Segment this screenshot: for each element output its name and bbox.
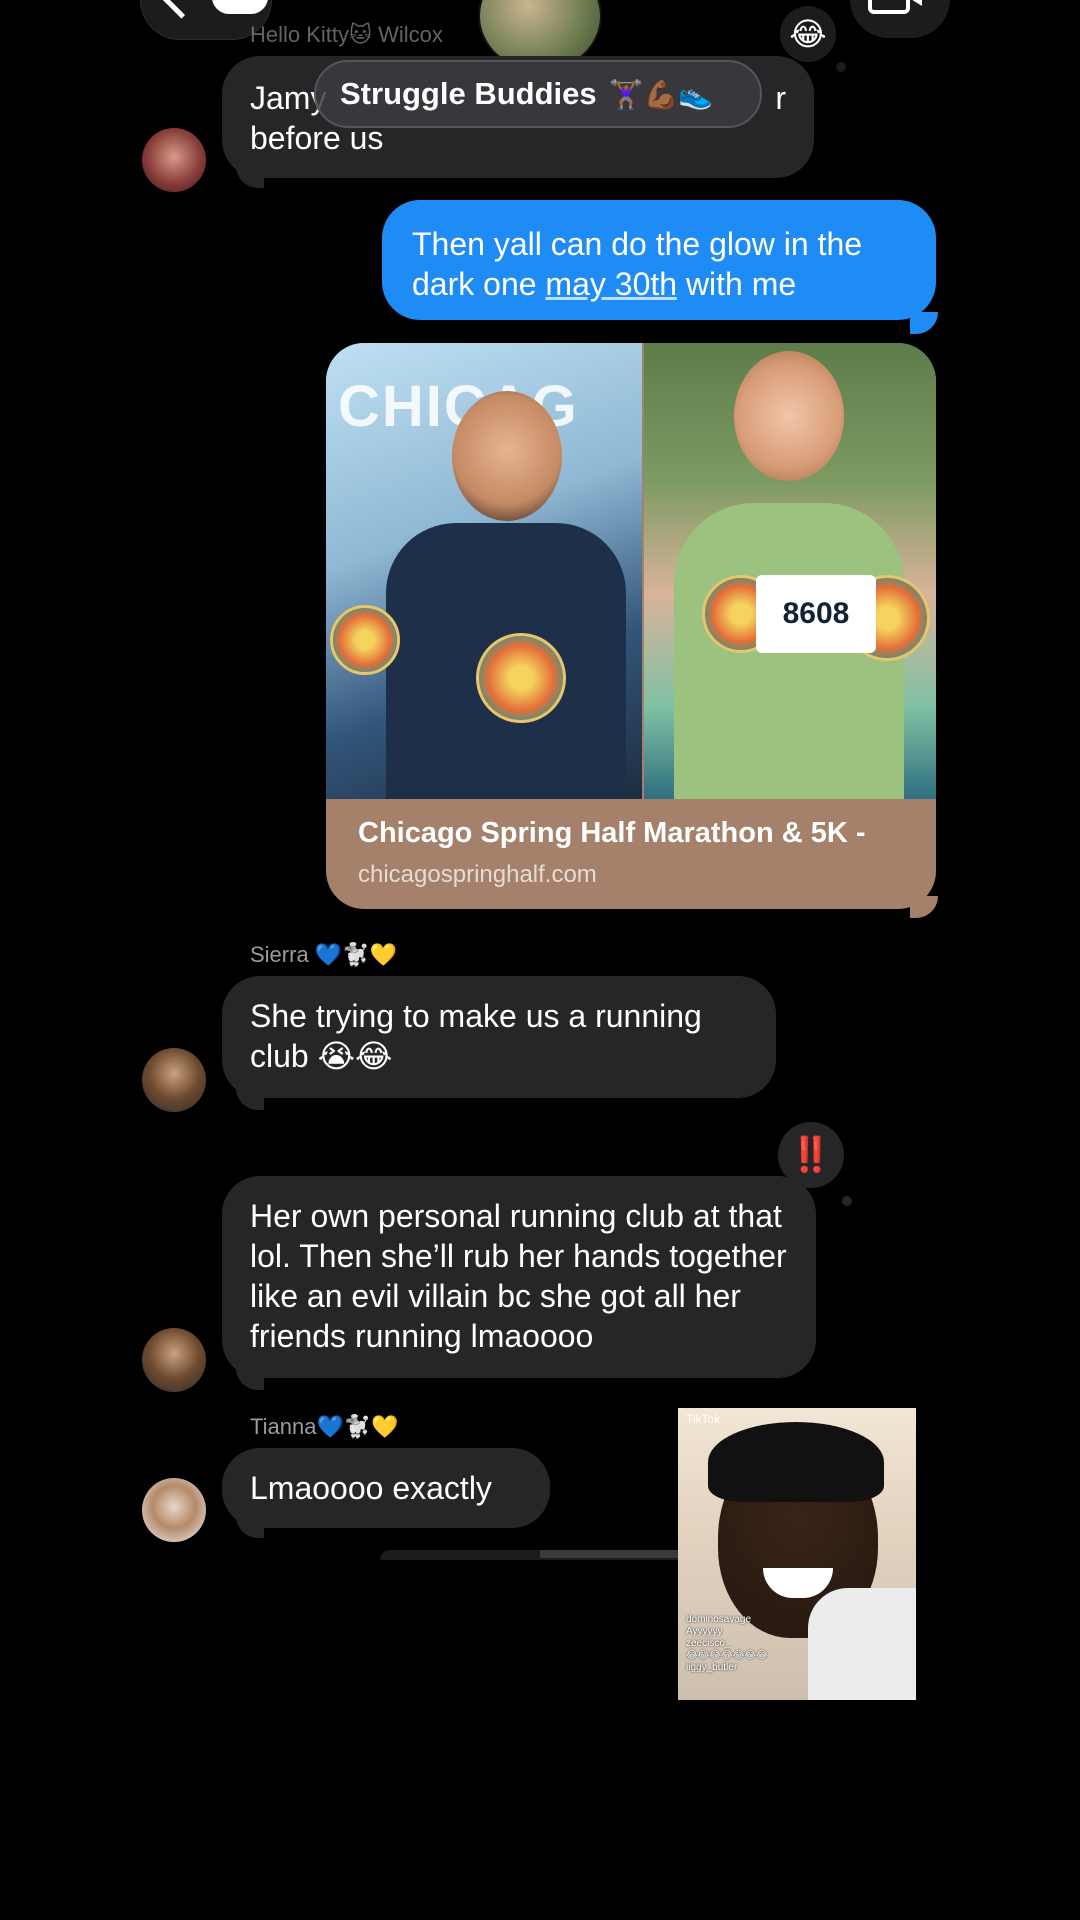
message-bubble[interactable]: Lmaoooo exactly — [222, 1448, 550, 1528]
video-camera-icon — [868, 0, 910, 14]
medal-graphic — [476, 633, 566, 723]
tiktok-logo-icon: TikTok — [686, 1412, 721, 1426]
live-comments: dominosavage Ayyyyyy zeecisco_ 😂😂😂😂😂😂😂 i… — [686, 1614, 768, 1673]
message-text: Lmaoooo exactly — [250, 1470, 492, 1506]
message-text-line: She trying to make us a running — [250, 998, 702, 1034]
group-title-pill[interactable]: Struggle Buddies 🏋🏾‍♀️💪🏾👟 — [314, 60, 762, 128]
message-bubble[interactable]: She trying to make us a running club 😭😂 — [222, 976, 776, 1098]
medal-graphic — [330, 605, 400, 675]
sender-name: Sierra 💙🐩💛 — [250, 942, 397, 967]
bubble-tail — [236, 1516, 264, 1538]
message-text-line: club 😭😂 — [250, 1038, 393, 1074]
runner-head — [734, 351, 844, 481]
reaction-tail — [842, 1196, 852, 1206]
avatar[interactable] — [142, 1478, 206, 1542]
message-text-line: Then yall can do the glow in the — [412, 226, 863, 262]
bubble-tail — [910, 312, 938, 334]
link-preview-image-right — [644, 343, 936, 799]
top-sender-name: Hello Kitty🐱 Wilcox — [250, 22, 443, 47]
avatar[interactable] — [142, 1328, 206, 1392]
message-bubble[interactable]: Her own personal running club at that lo… — [222, 1176, 816, 1378]
video-person-hair — [708, 1422, 884, 1502]
avatar[interactable] — [142, 128, 206, 192]
bubble-tail — [236, 166, 264, 188]
runner-head — [452, 391, 562, 521]
message-text-line: dark one may 30th with me — [412, 266, 797, 302]
group-title: Struggle Buddies — [340, 76, 597, 111]
bubble-tail — [236, 1368, 264, 1390]
link-preview-card[interactable]: CHICAG 8608 Chicago Spring Half Marathon… — [326, 343, 936, 909]
link-title: Chicago Spring Half Marathon & 5K - — [358, 817, 866, 849]
bubble-tail — [236, 1088, 264, 1110]
message-text-fragment: r — [775, 80, 786, 116]
laugh-reaction-icon[interactable]: 😂 — [780, 6, 836, 62]
video-hoodie — [808, 1588, 916, 1700]
message-text: Her own personal running club at that lo… — [250, 1198, 787, 1354]
race-bib: 8608 — [756, 575, 876, 653]
avatar[interactable] — [142, 1048, 206, 1112]
partial-message-image — [540, 1550, 680, 1558]
picture-in-picture-video[interactable]: TikTok dominosavage Ayyyyyy zeecisco_ 😂😂… — [678, 1408, 916, 1700]
link-preview-image-left: CHICAG — [326, 343, 642, 799]
message-bubble[interactable]: Then yall can do the glow in the dark on… — [382, 200, 936, 320]
reaction-tail — [836, 62, 846, 72]
link-url: chicagospringhalf.com — [358, 861, 597, 888]
sender-name: Tianna💙🐩💛 — [250, 1414, 399, 1439]
date-link[interactable]: may 30th — [545, 266, 677, 302]
group-title-emoji: 🏋🏾‍♀️💪🏾👟 — [608, 78, 714, 110]
video-camera-lens-icon — [906, 0, 922, 6]
bubble-tail — [910, 896, 938, 918]
